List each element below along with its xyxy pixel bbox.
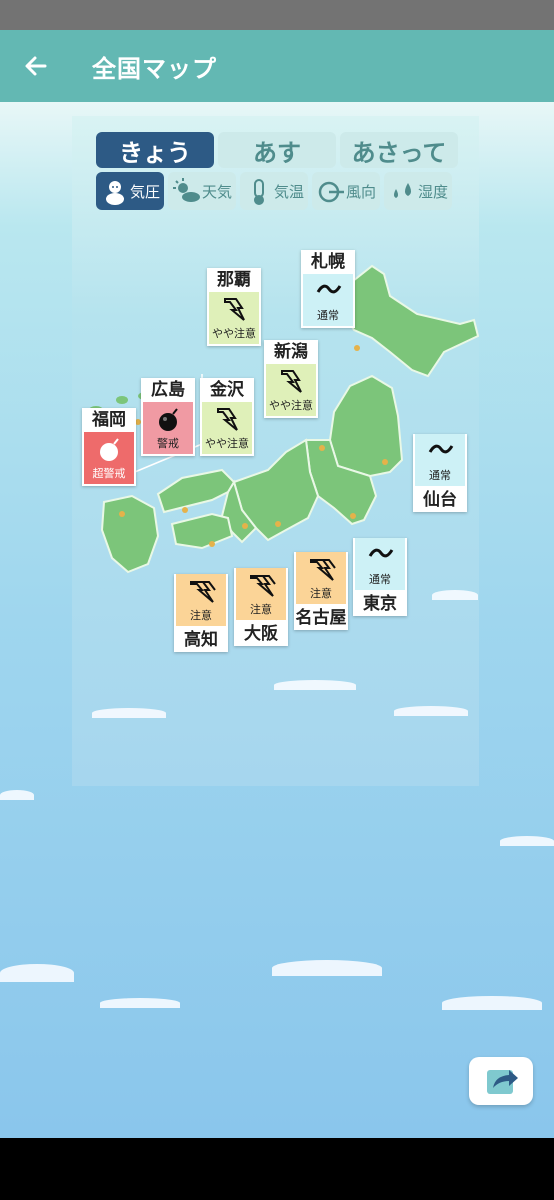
wave-decoration xyxy=(92,708,166,718)
page-title: 全国マップ xyxy=(92,54,217,83)
tab-temperature-label: 気温 xyxy=(273,182,304,201)
tab-wind-label: 風向 xyxy=(345,182,376,201)
risk-level-label: やや注意 xyxy=(205,437,249,450)
droplets-icon xyxy=(394,183,411,198)
arrow-down-icon xyxy=(217,408,238,431)
navigation-bar xyxy=(0,1138,554,1200)
city-name: 那覇 xyxy=(217,270,251,290)
status-bar xyxy=(0,0,554,30)
bomb-icon xyxy=(159,408,178,431)
risk-indicator: やや注意 xyxy=(209,292,259,344)
risk-indicator: 注意 xyxy=(176,574,226,626)
wave-decoration xyxy=(432,590,478,600)
tab-day-after-tomorrow[interactable]: あさって xyxy=(340,132,458,168)
tab-weather-label: 天気 xyxy=(201,182,232,201)
risk-level-label: 通常 xyxy=(317,309,339,322)
kyushu-region xyxy=(100,494,160,574)
city-card-osaka[interactable]: 注意 大阪 xyxy=(234,568,288,646)
risk-indicator: 通常 xyxy=(415,434,465,486)
wave-decoration xyxy=(442,996,542,1010)
wave-decoration xyxy=(100,998,180,1008)
risk-indicator: やや注意 xyxy=(202,402,252,454)
city-name: 福岡 xyxy=(92,410,126,430)
wave-decoration xyxy=(0,790,34,800)
risk-level-label: 警戒 xyxy=(157,437,179,450)
city-name: 名古屋 xyxy=(295,608,347,628)
share-icon xyxy=(487,1070,518,1094)
city-name: 仙台 xyxy=(423,490,457,510)
city-card-kanazawa[interactable]: 金沢 やや注意 xyxy=(200,378,254,456)
tohoku-region xyxy=(328,374,404,478)
tilde-icon xyxy=(428,444,454,454)
tilde-icon xyxy=(316,284,342,294)
risk-level-label: やや注意 xyxy=(269,399,313,412)
double-arrow-icon xyxy=(310,559,336,581)
back-button[interactable] xyxy=(0,30,72,102)
chugoku-region xyxy=(156,468,236,514)
tab-temperature[interactable]: 気温 xyxy=(240,172,308,210)
city-name: 札幌 xyxy=(311,252,345,272)
city-name: 広島 xyxy=(151,380,185,400)
wave-decoration xyxy=(394,706,468,716)
risk-level-label: 注意 xyxy=(310,587,332,600)
tab-humidity-label: 湿度 xyxy=(417,182,448,201)
tab-weather[interactable]: 天気 xyxy=(168,172,236,210)
risk-indicator: 通常 xyxy=(355,538,405,590)
thermometer-icon xyxy=(254,179,264,205)
double-arrow-icon xyxy=(250,575,276,597)
hokkaido-region xyxy=(332,264,479,378)
risk-indicator: 警戒 xyxy=(143,402,193,454)
tab-wind[interactable]: 風向 xyxy=(312,172,380,210)
risk-level-label: 注意 xyxy=(190,609,212,622)
tab-pressure[interactable]: 気圧 xyxy=(96,172,164,210)
city-name: 東京 xyxy=(363,594,397,614)
risk-indicator: やや注意 xyxy=(266,364,316,416)
double-arrow-icon xyxy=(190,581,216,603)
risk-level-label: 注意 xyxy=(250,603,272,616)
wind-icon xyxy=(318,181,344,203)
risk-indicator: 通常 xyxy=(303,274,353,326)
map-screen[interactable]: きょう あす あさって 気圧 天気 気温 風向 湿度 札幌 通常 那覇 やや注意… xyxy=(0,102,554,1138)
city-name: 大阪 xyxy=(244,624,278,644)
arrow-down-icon xyxy=(281,370,302,393)
risk-indicator: 超警戒 xyxy=(84,432,134,484)
map-panel: きょう あす あさって 気圧 天気 気温 風向 湿度 札幌 通常 那覇 やや注意… xyxy=(72,116,479,786)
city-card-sendai[interactable]: 通常 仙台 xyxy=(413,434,467,512)
city-card-fukuoka[interactable]: 福岡 超警戒 xyxy=(82,408,136,486)
city-card-naha[interactable]: 那覇 やや注意 xyxy=(207,268,261,346)
tilde-icon xyxy=(368,548,394,558)
arrow-left-icon xyxy=(25,56,47,76)
arrow-down-icon xyxy=(224,298,245,321)
risk-level-label: 超警戒 xyxy=(92,467,126,480)
wave-decoration xyxy=(274,680,356,690)
sun-cloud-icon xyxy=(173,178,200,202)
wave-decoration xyxy=(500,836,554,846)
app-bar: 全国マップ xyxy=(0,30,554,102)
risk-indicator: 注意 xyxy=(236,568,286,620)
risk-indicator: 注意 xyxy=(296,552,346,604)
city-name: 金沢 xyxy=(210,380,244,400)
city-card-kochi[interactable]: 注意 高知 xyxy=(174,574,228,652)
bomb-icon xyxy=(100,438,119,461)
risk-level-label: 通常 xyxy=(369,573,391,586)
share-button[interactable] xyxy=(469,1057,533,1105)
city-card-sapporo[interactable]: 札幌 通常 xyxy=(301,250,355,328)
tab-humidity[interactable]: 湿度 xyxy=(384,172,452,210)
wave-decoration xyxy=(272,960,382,976)
city-name: 高知 xyxy=(184,630,218,650)
wave-decoration xyxy=(0,964,74,982)
mascot-icon xyxy=(106,181,124,205)
city-name: 新潟 xyxy=(274,342,308,362)
tab-today[interactable]: きょう xyxy=(96,132,214,168)
city-card-hiroshima[interactable]: 広島 警戒 xyxy=(141,378,195,456)
city-card-niigata[interactable]: 新潟 やや注意 xyxy=(264,340,318,418)
tab-pressure-label: 気圧 xyxy=(129,182,160,201)
risk-level-label: 通常 xyxy=(429,469,451,482)
city-card-tokyo[interactable]: 通常 東京 xyxy=(353,538,407,616)
risk-level-label: やや注意 xyxy=(212,327,256,340)
shikoku-region xyxy=(170,512,234,550)
tab-tomorrow[interactable]: あす xyxy=(218,132,336,168)
city-card-nagoya[interactable]: 注意 名古屋 xyxy=(294,552,348,630)
